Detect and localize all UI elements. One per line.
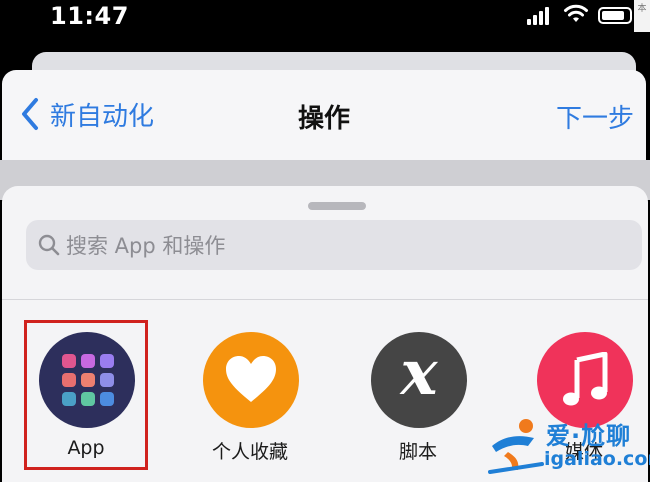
action-scripting[interactable]: x 脚本	[358, 320, 478, 466]
sheet-grabber-handle[interactable]	[308, 202, 366, 210]
page-title: 操作	[297, 104, 350, 134]
divider	[2, 299, 648, 300]
next-button[interactable]: 下一步	[556, 98, 634, 135]
action-favorites[interactable]: 个人收藏	[190, 320, 310, 466]
heart-icon	[203, 332, 299, 428]
watermark-logo-icon	[488, 419, 544, 474]
watermark-url: igaliao.com	[544, 448, 650, 470]
search-icon	[38, 234, 60, 256]
selection-highlight	[24, 320, 148, 470]
battery-icon	[598, 7, 632, 24]
script-glyph: x	[400, 336, 438, 409]
action-label: 脚本	[398, 441, 437, 463]
watermark: 爱·尬聊 igaliao.com	[488, 414, 650, 478]
corner-tag: 本	[634, 0, 650, 32]
status-time: 11:47	[50, 2, 129, 30]
action-label: 个人收藏	[211, 441, 288, 463]
watermark-title: 爱·尬聊	[546, 422, 632, 450]
status-bar: 11:47 本	[0, 0, 650, 40]
wifi-icon	[564, 4, 588, 22]
cellular-signal-icon	[527, 7, 553, 25]
script-x-icon: x	[371, 332, 467, 428]
navigation-bar: 新自动化 操作 下一步	[2, 70, 646, 160]
search-placeholder: 搜索 App 和操作	[66, 234, 226, 258]
search-input[interactable]: 搜索 App 和操作	[26, 220, 642, 270]
